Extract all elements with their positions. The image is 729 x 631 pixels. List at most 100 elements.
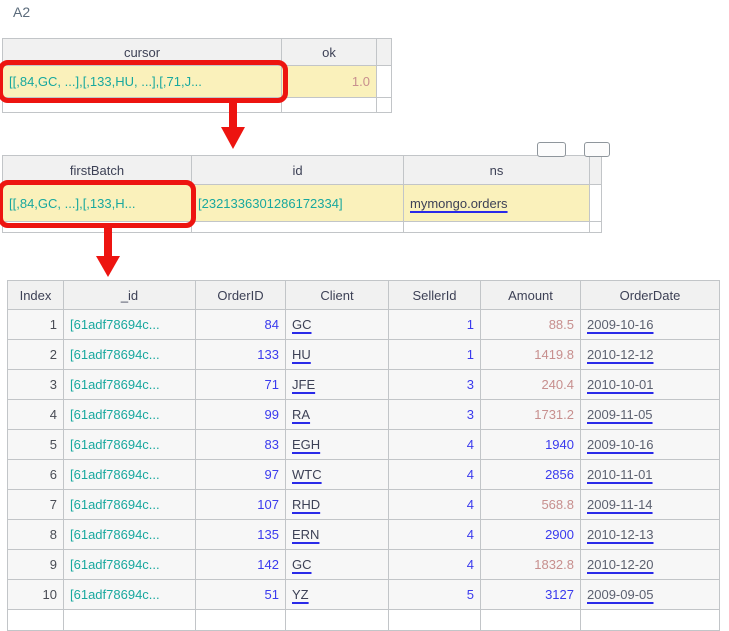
amount-cell: 2900 (481, 520, 581, 550)
orderdate-cell[interactable]: 2009-11-05 (581, 400, 720, 430)
orderdate-link[interactable]: 2010-12-12 (587, 347, 654, 362)
orderdate-link[interactable]: 2010-12-20 (587, 557, 654, 572)
empty-cell (590, 185, 602, 222)
cell-reference-label: A2 (13, 4, 30, 20)
sellerid-cell: 1 (389, 340, 481, 370)
column-header-amount: Amount (481, 281, 581, 310)
oid-cell[interactable]: [61adf78694c... (64, 370, 196, 400)
cursor-value-cell[interactable]: [[,84,GC, ...],[,133,HU, ...],[,71,J... (3, 66, 282, 98)
column-header-id: id (192, 156, 404, 185)
index-cell: 1 (8, 310, 64, 340)
orderid-cell: 83 (196, 430, 286, 460)
orderdate-cell[interactable]: 2010-10-01 (581, 370, 720, 400)
oid-cell[interactable]: [61adf78694c... (64, 460, 196, 490)
amount-cell: 1731.2 (481, 400, 581, 430)
oid-cell[interactable]: [61adf78694c... (64, 340, 196, 370)
client-cell[interactable]: YZ (286, 580, 389, 610)
oid-cell[interactable]: [61adf78694c... (64, 430, 196, 460)
index-cell: 3 (8, 370, 64, 400)
empty-partial-row (8, 610, 720, 631)
table-row: 5 [61adf78694c... 83 EGH 4 1940 2009-10-… (8, 430, 720, 460)
orderid-cell: 84 (196, 310, 286, 340)
client-link[interactable]: GC (292, 557, 312, 572)
ns-value-cell[interactable]: mymongo.orders (404, 185, 590, 222)
orderdate-cell[interactable]: 2010-11-01 (581, 460, 720, 490)
orderdate-cell[interactable]: 2010-12-12 (581, 340, 720, 370)
empty-partial-row (3, 222, 192, 233)
client-cell[interactable]: HU (286, 340, 389, 370)
amount-cell: 2856 (481, 460, 581, 490)
orderdate-link[interactable]: 2010-12-13 (587, 527, 654, 542)
table-row: 4 [61adf78694c... 99 RA 3 1731.2 2009-11… (8, 400, 720, 430)
oid-cell[interactable]: [61adf78694c... (64, 550, 196, 580)
orderid-cell: 51 (196, 580, 286, 610)
cursor-id-value-cell[interactable]: [2321336301286172334] (192, 185, 404, 222)
client-link[interactable]: WTC (292, 467, 322, 482)
table-row: 1 [61adf78694c... 84 GC 1 88.5 2009-10-1… (8, 310, 720, 340)
amount-cell: 240.4 (481, 370, 581, 400)
client-cell[interactable]: RA (286, 400, 389, 430)
orderid-cell: 71 (196, 370, 286, 400)
index-cell: 8 (8, 520, 64, 550)
oid-cell[interactable]: [61adf78694c... (64, 580, 196, 610)
sellerid-cell: 4 (389, 490, 481, 520)
orderid-cell: 142 (196, 550, 286, 580)
column-header-sellerid: SellerId (389, 281, 481, 310)
client-link[interactable]: JFE (292, 377, 315, 392)
index-cell: 4 (8, 400, 64, 430)
table-row: 10 [61adf78694c... 51 YZ 5 3127 2009-09-… (8, 580, 720, 610)
orderdate-link[interactable]: 2009-10-16 (587, 317, 654, 332)
index-cell: 9 (8, 550, 64, 580)
client-cell[interactable]: WTC (286, 460, 389, 490)
orderdate-cell[interactable]: 2009-09-05 (581, 580, 720, 610)
table-row: 3 [61adf78694c... 71 JFE 3 240.4 2010-10… (8, 370, 720, 400)
oid-cell[interactable]: [61adf78694c... (64, 310, 196, 340)
client-cell[interactable]: GC (286, 310, 389, 340)
client-link[interactable]: EGH (292, 437, 320, 452)
annotation-arrow-2-head (96, 256, 120, 277)
index-cell: 5 (8, 430, 64, 460)
cursor-result-table: cursor ok [[,84,GC, ...],[,133,HU, ...],… (2, 38, 392, 113)
sellerid-cell: 3 (389, 400, 481, 430)
orderid-cell: 107 (196, 490, 286, 520)
orderdate-cell[interactable]: 2009-10-16 (581, 430, 720, 460)
oid-cell[interactable]: [61adf78694c... (64, 490, 196, 520)
orderdate-cell[interactable]: 2010-12-20 (581, 550, 720, 580)
orderdate-cell[interactable]: 2010-12-13 (581, 520, 720, 550)
orderdate-link[interactable]: 2009-11-14 (587, 497, 653, 512)
client-cell[interactable]: ERN (286, 520, 389, 550)
orderdate-link[interactable]: 2010-10-01 (587, 377, 654, 392)
partial-button-2[interactable] (584, 142, 610, 157)
orderid-cell: 133 (196, 340, 286, 370)
client-link[interactable]: RA (292, 407, 310, 422)
orderdate-link[interactable]: 2010-11-01 (587, 467, 653, 482)
client-link[interactable]: GC (292, 317, 312, 332)
amount-cell: 1419.8 (481, 340, 581, 370)
client-link[interactable]: HU (292, 347, 311, 362)
firstbatch-value-cell[interactable]: [[,84,GC, ...],[,133,H... (3, 185, 192, 222)
client-cell[interactable]: RHD (286, 490, 389, 520)
partial-button-1[interactable] (537, 142, 566, 157)
amount-cell: 568.8 (481, 490, 581, 520)
client-cell[interactable]: EGH (286, 430, 389, 460)
table-row: 6 [61adf78694c... 97 WTC 4 2856 2010-11-… (8, 460, 720, 490)
orderid-cell: 99 (196, 400, 286, 430)
client-cell[interactable]: JFE (286, 370, 389, 400)
sellerid-cell: 1 (389, 310, 481, 340)
client-link[interactable]: YZ (292, 587, 309, 602)
ok-value-cell: 1.0 (282, 66, 377, 98)
oid-cell[interactable]: [61adf78694c... (64, 400, 196, 430)
oid-cell[interactable]: [61adf78694c... (64, 520, 196, 550)
orderdate-cell[interactable]: 2009-11-14 (581, 490, 720, 520)
column-header-oid: _id (64, 281, 196, 310)
orderdate-link[interactable]: 2009-11-05 (587, 407, 653, 422)
orderdate-cell[interactable]: 2009-10-16 (581, 310, 720, 340)
client-cell[interactable]: GC (286, 550, 389, 580)
namespace-link[interactable]: mymongo.orders (410, 196, 508, 211)
orderdate-link[interactable]: 2009-09-05 (587, 587, 654, 602)
sellerid-cell: 5 (389, 580, 481, 610)
client-link[interactable]: RHD (292, 497, 320, 512)
annotation-arrow-1-shaft (229, 102, 237, 129)
orderdate-link[interactable]: 2009-10-16 (587, 437, 654, 452)
client-link[interactable]: ERN (292, 527, 319, 542)
